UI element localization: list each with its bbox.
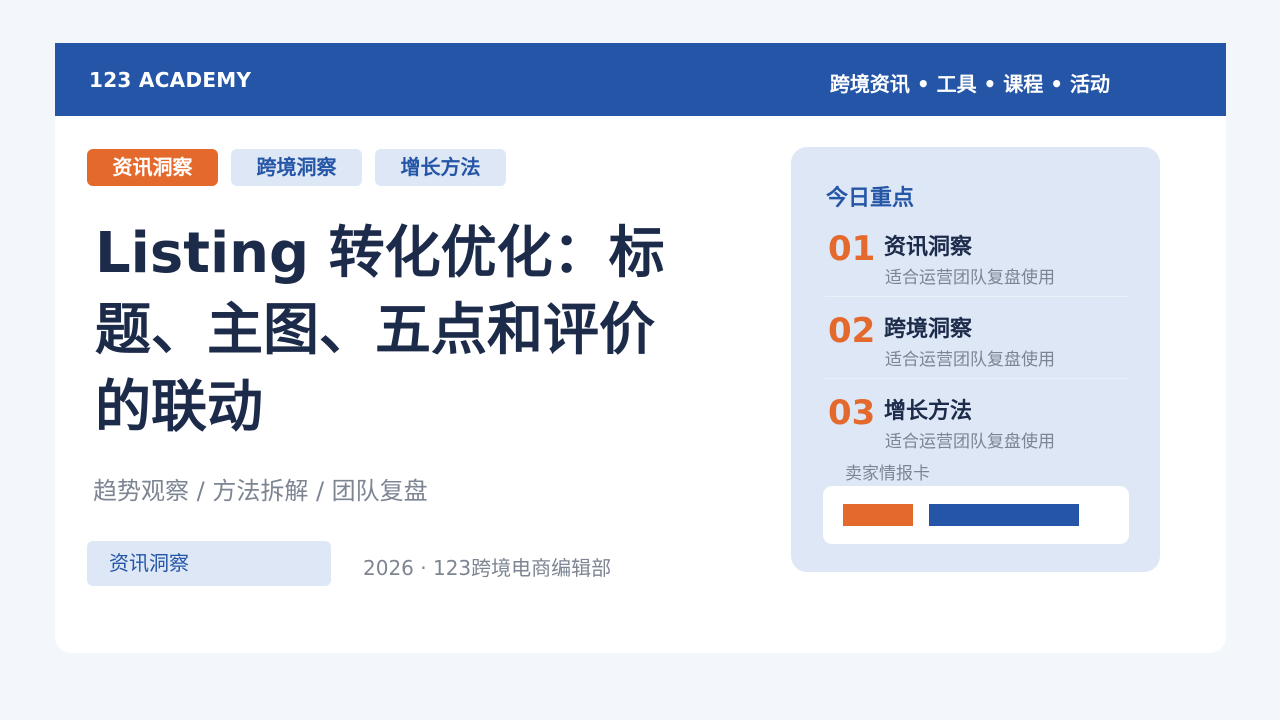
highlights-panel: 今日重点 01 资讯洞察 适合运营团队复盘使用 02 跨境洞察 适合运营团队复盘… [791,147,1160,572]
item-description: 适合运营团队复盘使用 [885,268,1055,288]
item-divider [825,378,1128,379]
brand-logo[interactable]: 123 ACADEMY [89,68,251,92]
item-title: 跨境洞察 [884,317,973,342]
panel-title: 今日重点 [826,186,915,211]
seller-card-label: 卖家情报卡 [845,464,930,484]
page-title: Listing 转化优化：标题、主图、五点和评价的联动 [95,221,665,440]
article-card: 123 ACADEMY 跨境资讯 • 工具 • 课程 • 活动 资讯洞察 跨境洞… [55,43,1226,653]
highlight-item[interactable]: 02 跨境洞察 适合运营团队复盘使用 [791,311,1160,393]
item-title: 资讯洞察 [884,235,973,260]
top-nav[interactable]: 跨境资讯 • 工具 • 课程 • 活动 [830,68,1110,97]
item-divider [825,296,1128,297]
byline: 2026 · 123跨境电商编辑部 [363,556,612,580]
tag-news-insight[interactable]: 资讯洞察 [87,149,218,186]
item-description: 适合运营团队复盘使用 [885,350,1055,370]
item-number: 03 [828,393,876,433]
item-number: 01 [828,229,876,269]
seller-info-card [823,486,1129,544]
top-bar: 123 ACADEMY 跨境资讯 • 工具 • 课程 • 活动 [55,43,1226,116]
tag-growth-methods[interactable]: 增长方法 [375,149,506,186]
item-title: 增长方法 [884,399,973,424]
highlight-item[interactable]: 01 资讯洞察 适合运营团队复盘使用 [791,229,1160,311]
blue-bar [929,504,1079,526]
item-number: 02 [828,311,876,351]
tag-cross-border-insight[interactable]: 跨境洞察 [231,149,362,186]
page-subtitle: 趋势观察 / 方法拆解 / 团队复盘 [93,477,428,505]
orange-bar [843,504,913,526]
item-description: 适合运营团队复盘使用 [885,432,1055,452]
category-pill[interactable]: 资讯洞察 [87,541,331,586]
